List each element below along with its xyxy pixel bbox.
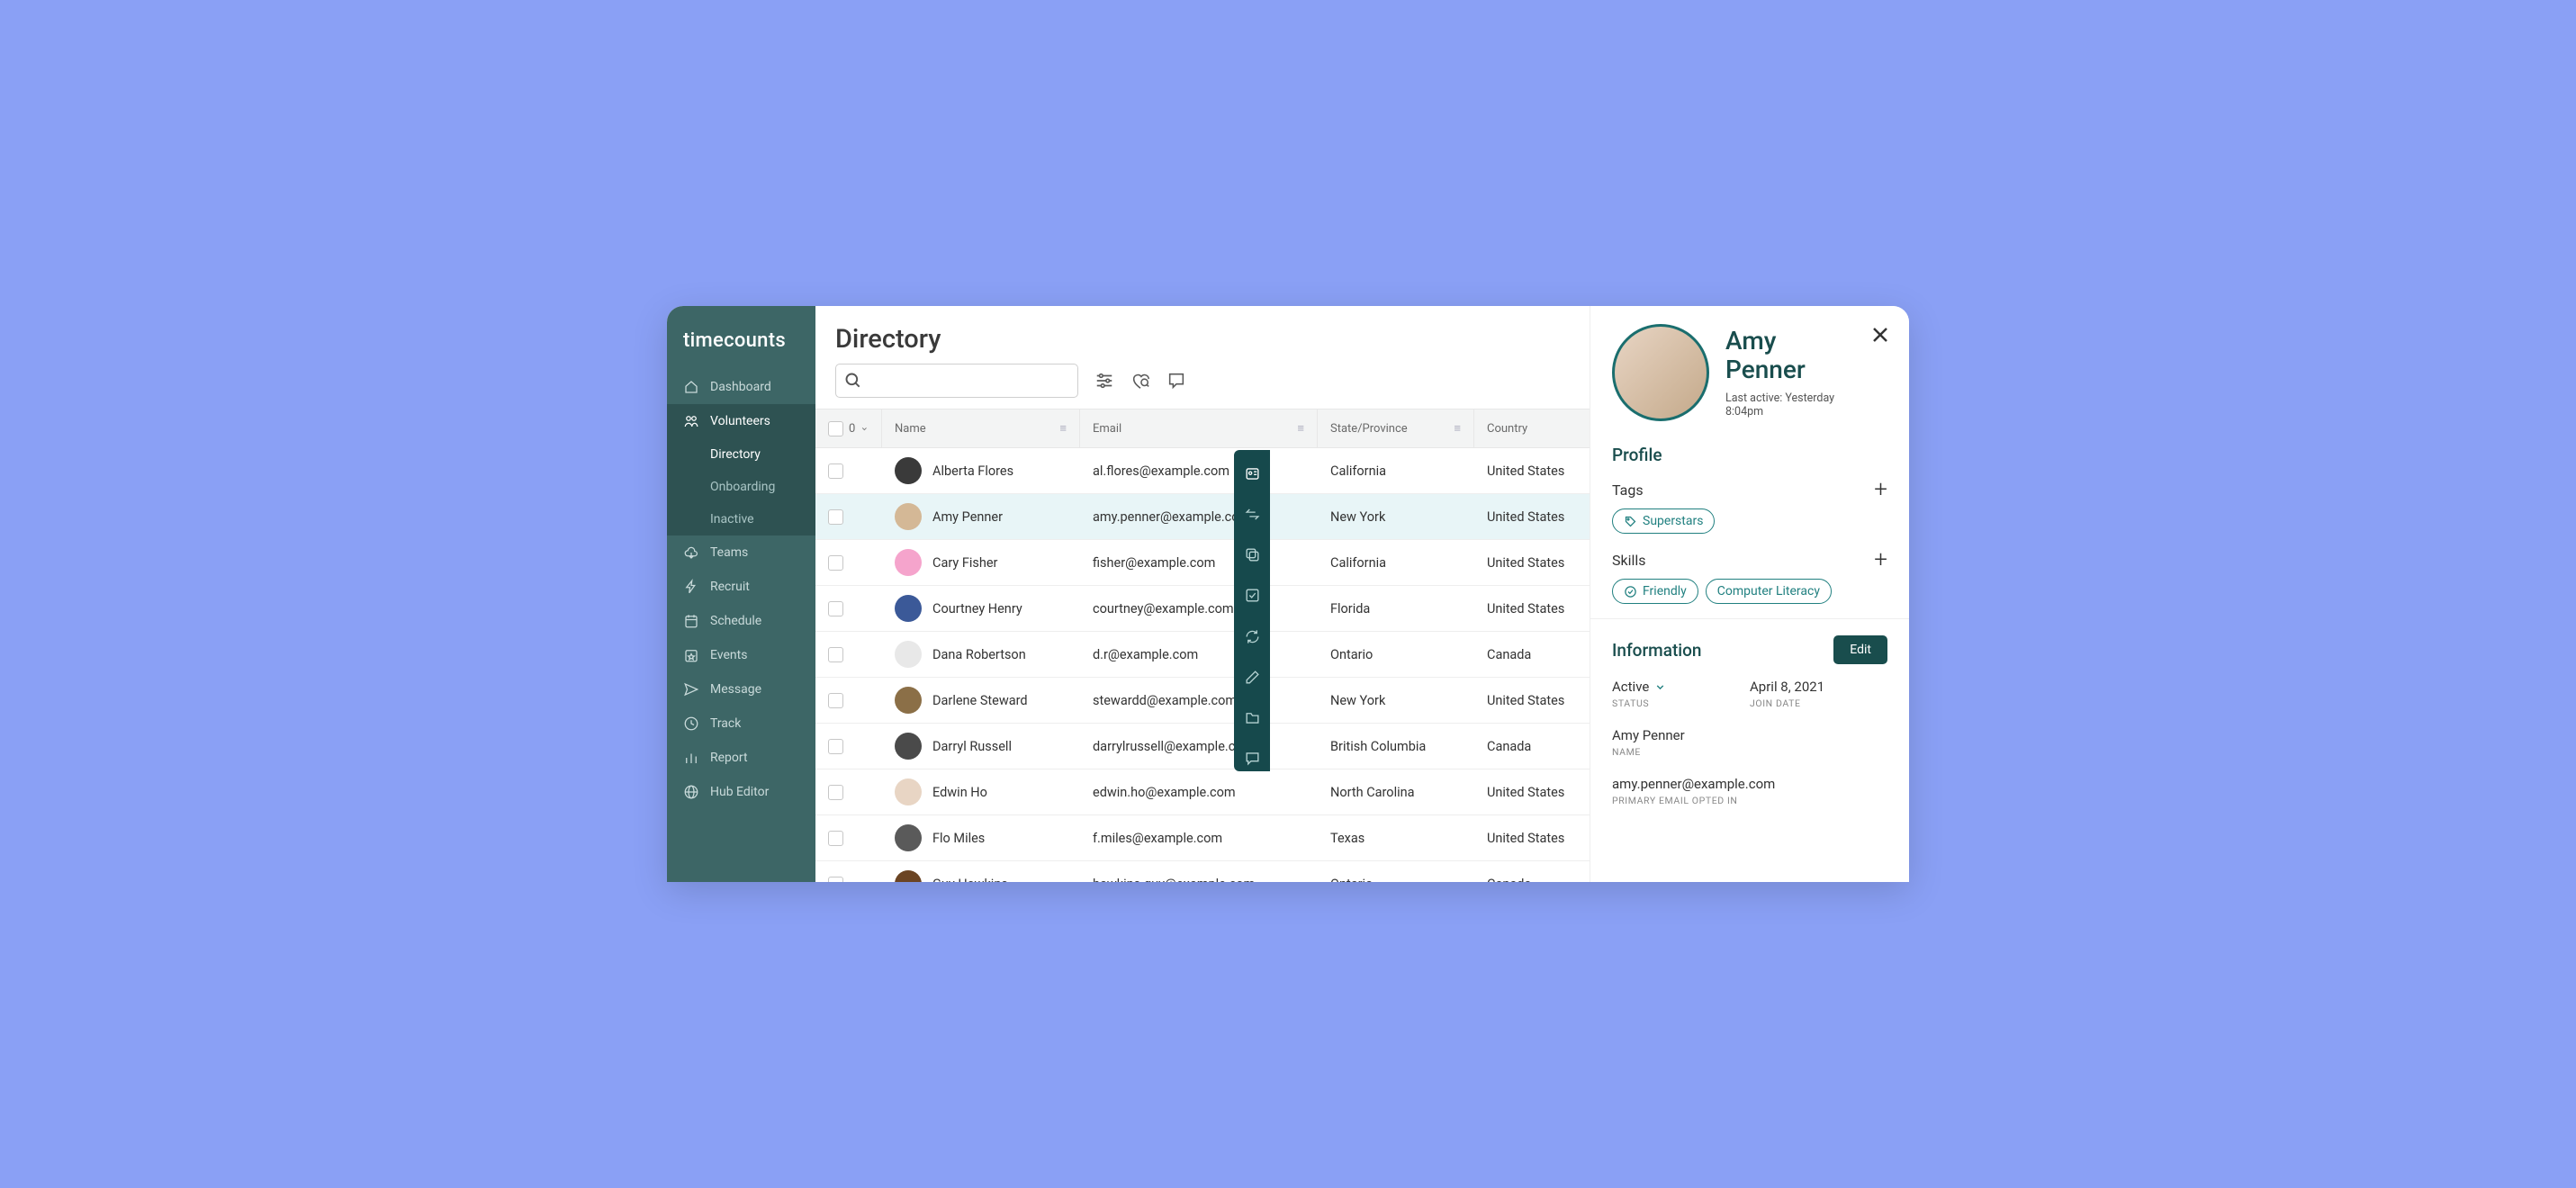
avatar [895, 733, 922, 760]
nav-events[interactable]: Events [667, 638, 815, 672]
status-value[interactable]: Active [1612, 679, 1750, 695]
row-checkbox[interactable] [828, 647, 843, 662]
profile-avatar [1612, 324, 1709, 421]
app-window: timecounts DashboardVolunteersDirectoryO… [667, 306, 1909, 882]
table-row[interactable]: Edwin Hoedwin.ho@example.comNorth Caroli… [815, 770, 1590, 815]
row-checkbox[interactable] [828, 877, 843, 883]
check-sq-icon[interactable] [1241, 582, 1263, 608]
nav-list: DashboardVolunteersDirectoryOnboardingIn… [667, 370, 815, 809]
send-icon [683, 681, 699, 698]
refresh-icon[interactable] [1241, 624, 1263, 650]
col-select: 0 [815, 410, 882, 447]
detail-panel: AmyPenner Last active: Yesterday 8:04pm … [1590, 306, 1909, 882]
table-header: 0 Name≡ Email≡ State/Province≡ Country [815, 409, 1590, 448]
close-button[interactable] [1869, 324, 1891, 346]
row-checkbox[interactable] [828, 693, 843, 708]
sort-icon[interactable]: ≡ [1454, 421, 1461, 436]
bolt-icon [683, 579, 699, 595]
chart-icon [683, 750, 699, 766]
star-cal-icon [683, 647, 699, 663]
row-checkbox[interactable] [828, 831, 843, 846]
clock-icon [683, 716, 699, 732]
tag-chip[interactable]: Superstars [1612, 508, 1715, 534]
table-row[interactable]: Darlene Stewardstewardd@example.comNew Y… [815, 678, 1590, 724]
avatar [895, 641, 922, 668]
search-icon [844, 372, 862, 390]
sidebar: timecounts DashboardVolunteersDirectoryO… [667, 306, 815, 882]
last-active: Last active: Yesterday 8:04pm [1725, 392, 1860, 418]
avatar [895, 824, 922, 851]
nav-schedule[interactable]: Schedule [667, 604, 815, 638]
nav-recruit[interactable]: Recruit [667, 570, 815, 604]
copy-icon[interactable] [1241, 542, 1263, 568]
page-title: Directory [815, 306, 1590, 364]
nav-report[interactable]: Report [667, 741, 815, 775]
filter-icon[interactable] [1094, 371, 1114, 391]
edit-button[interactable]: Edit [1833, 635, 1887, 664]
calendar-icon [683, 613, 699, 629]
avatar [895, 595, 922, 622]
swap-icon[interactable] [1241, 501, 1263, 527]
home-icon [683, 379, 699, 395]
skill-chip[interactable]: Computer Literacy [1706, 579, 1832, 604]
table-row[interactable]: Darryl Russelldarrylrussell@example.comB… [815, 724, 1590, 770]
subnav-directory[interactable]: Directory [667, 438, 815, 471]
profile-heading: Profile [1612, 445, 1887, 465]
select-all-checkbox[interactable] [828, 421, 843, 436]
table-row[interactable]: Cary Fisherfisher@example.comCaliforniaU… [815, 540, 1590, 586]
nav-hub-editor[interactable]: Hub Editor [667, 775, 815, 809]
table-row[interactable]: Alberta Floresal.flores@example.comCalif… [815, 448, 1590, 494]
table-row[interactable]: Dana Robertsond.r@example.comOntarioCana… [815, 632, 1590, 678]
row-checkbox[interactable] [828, 464, 843, 479]
add-skill-button[interactable]: + [1874, 548, 1887, 572]
row-checkbox[interactable] [828, 601, 843, 616]
avatar [895, 549, 922, 576]
avatar [895, 870, 922, 882]
folder-icon[interactable] [1241, 705, 1263, 731]
avatar [895, 687, 922, 714]
table-body: Alberta Floresal.flores@example.comCalif… [815, 448, 1590, 882]
avatar [895, 457, 922, 484]
sort-icon[interactable]: ≡ [1297, 421, 1304, 436]
nav-track[interactable]: Track [667, 706, 815, 741]
id-card-icon[interactable] [1241, 461, 1263, 487]
chevron-down-icon[interactable] [860, 423, 869, 435]
tag-search-icon[interactable] [1130, 371, 1150, 391]
toolbar [815, 364, 1590, 409]
search-box [835, 364, 1078, 398]
comment-icon[interactable] [1166, 371, 1186, 391]
subnav-inactive[interactable]: Inactive [667, 503, 815, 536]
subnav-onboarding[interactable]: Onboarding [667, 471, 815, 503]
row-checkbox[interactable] [828, 739, 843, 754]
chat-icon[interactable] [1241, 745, 1263, 771]
nav-volunteers[interactable]: Volunteers [667, 404, 815, 438]
row-checkbox[interactable] [828, 509, 843, 525]
avatar [895, 503, 922, 530]
skill-chip[interactable]: Friendly [1612, 579, 1698, 604]
main-area: Directory 0 Name≡ [815, 306, 1590, 882]
users-icon [683, 413, 699, 429]
nav-dashboard[interactable]: Dashboard [667, 370, 815, 404]
nav-message[interactable]: Message [667, 672, 815, 706]
globe-icon [683, 784, 699, 800]
cloud-icon [683, 544, 699, 561]
table-row[interactable]: Amy Penneramy.penner@example.comNew York… [815, 494, 1590, 540]
detail-rail [1234, 450, 1270, 771]
table-row[interactable]: Flo Milesf.miles@example.comTexasUnited … [815, 815, 1590, 861]
nav-teams[interactable]: Teams [667, 536, 815, 570]
avatar [895, 778, 922, 806]
chevron-down-icon [1654, 681, 1666, 693]
search-input[interactable] [835, 364, 1078, 398]
row-checkbox[interactable] [828, 555, 843, 571]
row-checkbox[interactable] [828, 785, 843, 800]
table-row[interactable]: Courtney Henrycourtney@example.comFlorid… [815, 586, 1590, 632]
table-row[interactable]: Guy Hawkinshawkins.guy@example.comOntari… [815, 861, 1590, 882]
brand-logo: timecounts [667, 322, 815, 370]
edit-icon[interactable] [1241, 664, 1263, 690]
sort-icon[interactable]: ≡ [1059, 421, 1067, 436]
add-tag-button[interactable]: + [1874, 478, 1887, 501]
